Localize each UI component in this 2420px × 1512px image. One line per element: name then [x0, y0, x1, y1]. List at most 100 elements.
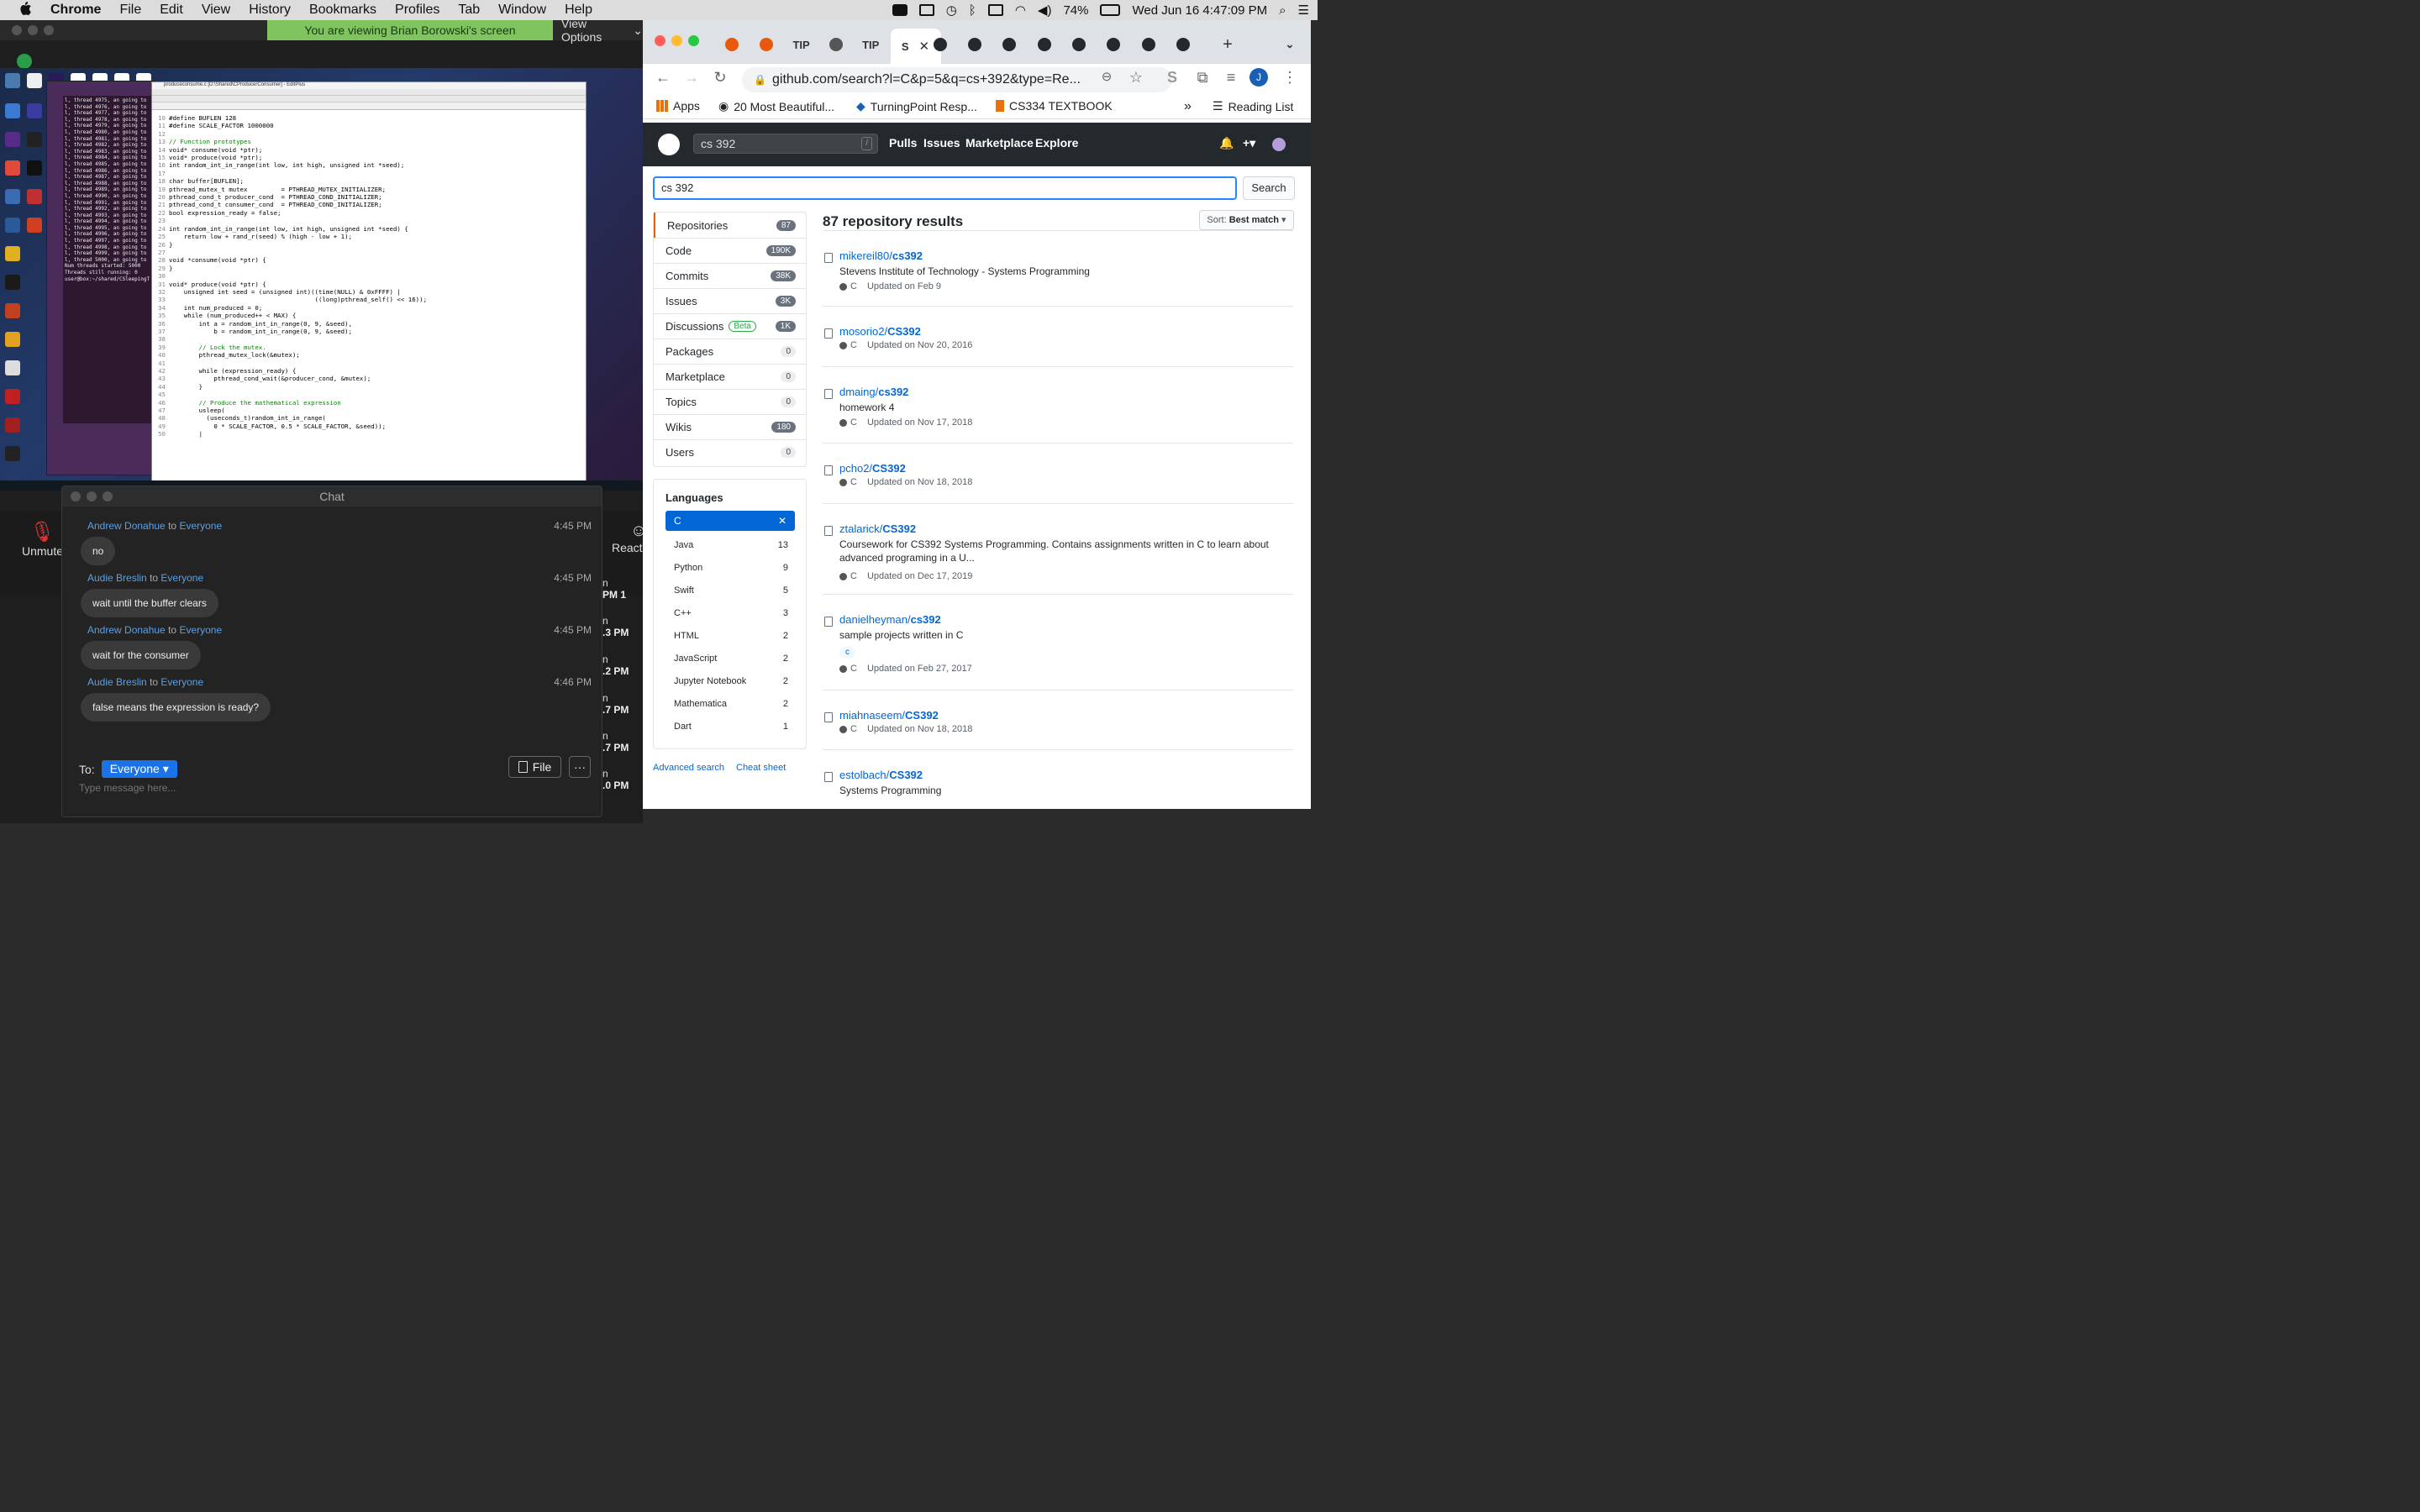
language-cpp[interactable]: C++ 3 [674, 608, 788, 618]
window-minimize-dot[interactable] [28, 25, 38, 35]
create-new-icon[interactable]: +▾ [1243, 136, 1255, 150]
profile-avatar[interactable]: J [1249, 68, 1268, 87]
virtualbox-icon[interactable] [5, 189, 20, 204]
language-jupyter-notebook[interactable]: Jupyter Notebook 2 [674, 676, 788, 686]
browser-tab[interactable] [751, 32, 781, 57]
repo-link[interactable]: ztalarick/CS392 [839, 522, 916, 535]
airplay-icon[interactable] [918, 4, 934, 16]
bookmarks-overflow-button[interactable]: » [1184, 99, 1192, 114]
winscp-icon[interactable] [5, 218, 20, 233]
language-python[interactable]: Python 9 [674, 563, 788, 573]
media-control-icon[interactable]: ≡ [1221, 69, 1241, 87]
this-pc-icon[interactable] [5, 73, 20, 88]
filter-marketplace[interactable]: Marketplace 0 [654, 364, 806, 389]
sender-name[interactable]: Audie Breslin [87, 572, 147, 584]
menu-chrome[interactable]: Chrome [41, 3, 110, 18]
chrome-menu-icon[interactable]: ⋮ [1280, 69, 1300, 87]
editplus-icon[interactable] [5, 303, 20, 318]
language-java[interactable]: Java 13 [674, 540, 788, 550]
filter-packages[interactable]: Packages 0 [654, 339, 806, 364]
language-mathematica[interactable]: Mathematica 2 [674, 699, 788, 709]
advanced-search-link[interactable]: Advanced search [653, 763, 724, 773]
tab-github[interactable] [1098, 32, 1128, 57]
notifications-bell-icon[interactable]: 🔔 [1219, 136, 1234, 150]
apple-menu-icon[interactable] [0, 1, 41, 20]
menubar-clock[interactable]: Wed Jun 16 4:47:09 PM [1132, 3, 1267, 18]
github-header-search[interactable]: cs 392 / [693, 134, 878, 154]
menu-file[interactable]: File [110, 3, 150, 18]
sort-dropdown[interactable]: Sort: Best match ▾ [1199, 210, 1294, 230]
nav-issues[interactable]: Issues [923, 136, 960, 150]
nav-marketplace[interactable]: Marketplace [965, 136, 1034, 150]
cygwin-icon[interactable] [27, 132, 42, 147]
language-html[interactable]: HTML 2 [674, 631, 788, 641]
language-swift[interactable]: Swift 5 [674, 585, 788, 596]
chrome-icon[interactable] [5, 160, 20, 176]
menu-window[interactable]: Window [489, 3, 555, 18]
tab-github[interactable] [1029, 32, 1060, 57]
time-machine-icon[interactable]: ◷ [946, 3, 957, 18]
adobe-icon[interactable] [27, 218, 42, 233]
zoom-out-icon[interactable]: ⊖ [1097, 69, 1117, 84]
tab-search-icon[interactable]: ⌄ [1275, 32, 1305, 57]
chat-close-dot[interactable] [71, 491, 81, 501]
bookmark-turningpoint[interactable]: ◆ TurningPoint Resp... [856, 99, 977, 113]
app-icon[interactable] [5, 446, 20, 461]
extensions-puzzle-icon[interactable]: ⧉ [1192, 69, 1213, 87]
repo-link[interactable]: dmaing/cs392 [839, 386, 908, 398]
github-logo-icon[interactable] [658, 134, 680, 155]
app-icon[interactable] [5, 360, 20, 375]
menu-tab[interactable]: Tab [449, 3, 489, 18]
menu-history[interactable]: History [239, 3, 300, 18]
tab-github[interactable] [1168, 32, 1198, 57]
browser-tab[interactable] [717, 32, 747, 57]
bookmark-star-icon[interactable]: ☆ [1126, 69, 1146, 87]
topic-tag[interactable]: c [839, 647, 855, 658]
recipient-select[interactable]: Everyone ▾ [101, 760, 177, 778]
tab-github[interactable] [925, 32, 955, 57]
tab-github[interactable] [1134, 32, 1164, 57]
browser-tab[interactable]: TIP [786, 32, 817, 57]
window-minimize-button[interactable] [671, 35, 682, 46]
new-tab-button[interactable]: + [1213, 32, 1243, 57]
menu-view[interactable]: View [192, 3, 239, 18]
window-close-button[interactable] [655, 35, 666, 46]
more-options-button[interactable]: ··· [569, 756, 591, 778]
repo-link[interactable]: estolbach/CS392 [839, 769, 923, 781]
chat-minimize-dot[interactable] [87, 491, 97, 501]
search-input[interactable]: cs 392 [653, 176, 1237, 200]
filter-repositories[interactable]: Repositories 87 [654, 213, 806, 238]
volume-icon[interactable]: ◀) [1038, 3, 1052, 18]
tab-github[interactable] [960, 32, 990, 57]
window-close-dot[interactable] [12, 25, 22, 35]
chat-message-input[interactable] [79, 782, 550, 794]
forward-icon[interactable]: → [681, 69, 702, 87]
nav-pulls[interactable]: Pulls [889, 136, 917, 150]
search-button[interactable]: Search [1243, 176, 1295, 200]
control-center-icon[interactable]: ☰ [1298, 3, 1309, 18]
app-icon[interactable] [27, 189, 42, 204]
eac-icon[interactable] [5, 275, 20, 290]
bookmark-cs334-textbook[interactable]: CS334 TEXTBOOK [996, 99, 1113, 113]
repo-link[interactable]: miahnaseem/CS392 [839, 709, 939, 722]
zoom-status-icon[interactable] [892, 4, 908, 16]
command-prompt-icon[interactable] [27, 160, 42, 176]
menu-profiles[interactable]: Profiles [386, 3, 449, 18]
code-editor[interactable]: 10 #define BUFLEN 128 11 #define SCALE_FACT… [152, 114, 581, 450]
user-avatar[interactable] [1272, 138, 1286, 151]
reload-icon[interactable]: ↻ [710, 69, 730, 87]
window-maximize-button[interactable] [688, 35, 699, 46]
filter-wikis[interactable]: Wikis 180 [654, 414, 806, 439]
app-icon[interactable] [5, 332, 20, 347]
menu-help[interactable]: Help [555, 3, 602, 18]
filter-issues[interactable]: Issues 3K [654, 288, 806, 313]
clear-filter-icon[interactable]: ✕ [778, 511, 786, 531]
control-panel-icon[interactable] [5, 103, 20, 118]
wifi-icon[interactable]: ◠ [1015, 3, 1026, 18]
repo-link[interactable]: pcho2/CS392 [839, 462, 906, 475]
chat-zoom-dot[interactable] [103, 491, 113, 501]
bookmark-apps[interactable]: Apps [656, 99, 700, 113]
repo-link[interactable]: mosorio2/CS392 [839, 325, 921, 338]
reading-list-button[interactable]: ☰ Reading List [1213, 99, 1293, 113]
tab-github[interactable] [1064, 32, 1094, 57]
